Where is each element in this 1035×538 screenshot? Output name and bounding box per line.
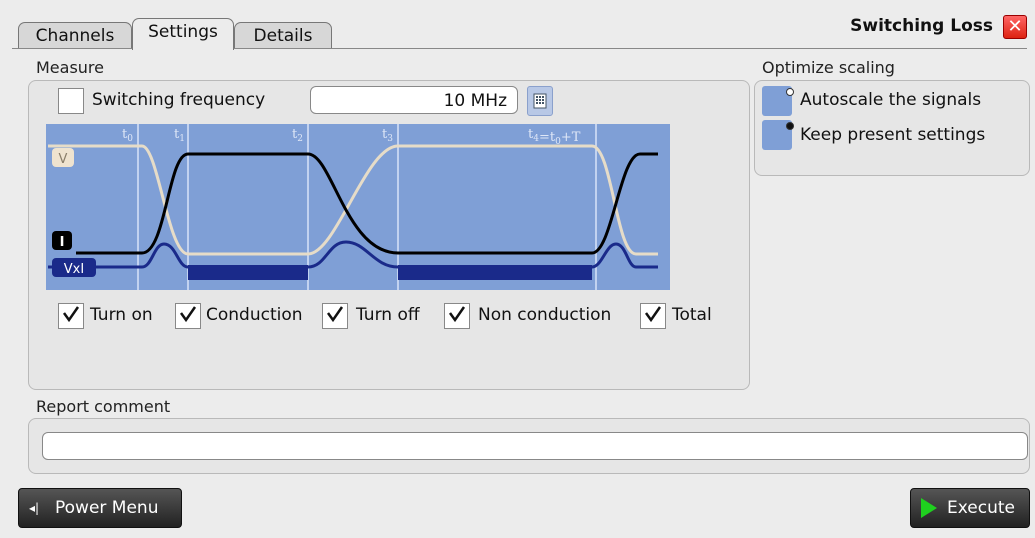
total-checkbox[interactable]: [640, 303, 666, 329]
non-conduction-checkbox[interactable]: [444, 303, 470, 329]
signal-label-vxi: VxI: [64, 262, 84, 277]
measure-label: Measure: [36, 58, 104, 77]
non-conduction-label: Non conduction: [478, 305, 612, 325]
switching-frequency-checkbox[interactable]: [58, 88, 84, 114]
turn-on-checkbox[interactable]: [58, 303, 84, 329]
tab-details[interactable]: Details: [234, 22, 332, 49]
turn-on-label: Turn on: [90, 305, 153, 325]
keep-settings-radio[interactable]: [762, 120, 794, 150]
report-comment-label: Report comment: [36, 397, 171, 416]
tab-settings[interactable]: Settings: [132, 18, 234, 50]
tab-channels[interactable]: Channels: [18, 22, 132, 49]
turn-off-checkbox[interactable]: [322, 303, 348, 329]
report-comment-input[interactable]: [42, 432, 1028, 460]
power-menu-label: Power Menu: [55, 498, 159, 518]
execute-button[interactable]: Execute: [910, 488, 1030, 528]
radio-indicator-icon: [786, 88, 794, 96]
keypad-icon[interactable]: [527, 86, 553, 116]
conduction-checkbox[interactable]: [175, 303, 201, 329]
autoscale-radio[interactable]: [762, 86, 794, 116]
window-title: Switching Loss: [850, 16, 993, 36]
switching-loss-diagram: t0 t1 t2 t3 t4=t0+T V I VxI: [46, 124, 670, 290]
radio-indicator-icon: [786, 122, 794, 130]
switching-frequency-label: Switching frequency: [92, 90, 266, 110]
power-menu-button[interactable]: ◂| Power Menu: [18, 488, 182, 528]
execute-label: Execute: [947, 498, 1015, 518]
conduction-label: Conduction: [206, 305, 303, 325]
switching-frequency-input[interactable]: 10 MHz: [310, 86, 518, 114]
signal-label-i: I: [60, 235, 65, 250]
back-arrow-icon: ◂|: [29, 501, 40, 515]
signal-label-v: V: [59, 152, 68, 167]
turn-off-label: Turn off: [356, 305, 420, 325]
optimize-scaling-label: Optimize scaling: [762, 58, 895, 77]
play-icon: [921, 498, 937, 518]
close-icon[interactable]: ✕: [1003, 15, 1027, 39]
keep-settings-label: Keep present settings: [800, 125, 986, 145]
total-label: Total: [672, 305, 712, 325]
autoscale-label: Autoscale the signals: [800, 90, 982, 110]
